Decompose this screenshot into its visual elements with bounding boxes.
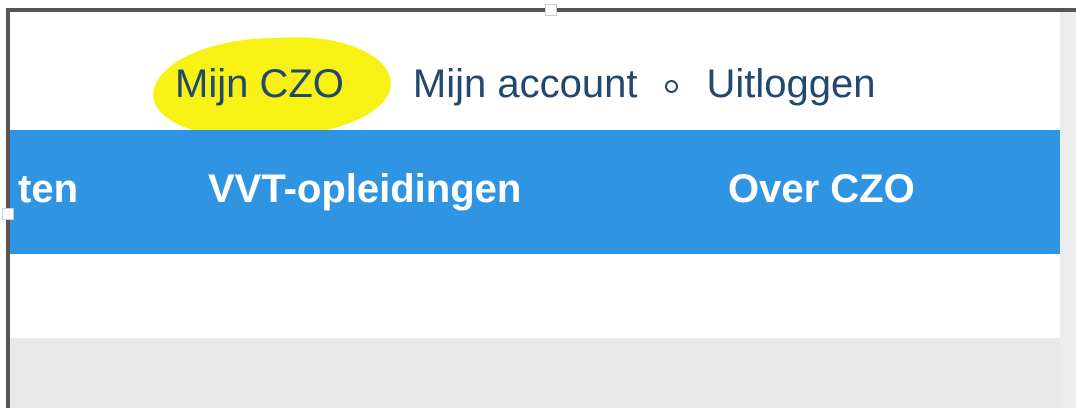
utility-links: Mijn CZO Mijn account Uitloggen <box>151 33 875 141</box>
frame-border-top <box>6 8 1076 12</box>
right-edge <box>1060 12 1076 408</box>
screenshot-stage: Mijn CZO Mijn account Uitloggen ten VVT-… <box>0 0 1076 408</box>
mijn-czo-highlighted: Mijn CZO <box>151 33 393 141</box>
mijn-account-link[interactable]: Mijn account <box>413 62 638 107</box>
resize-handle-top[interactable] <box>545 4 557 16</box>
content-strip <box>10 254 1060 338</box>
nav-item-vvt-opleidingen[interactable]: VVT-opleidingen <box>208 167 521 212</box>
utility-bar: Mijn CZO Mijn account Uitloggen <box>10 12 1060 141</box>
bullet-separator <box>665 80 679 93</box>
resize-handle-left[interactable] <box>2 208 14 220</box>
nav-item-truncated[interactable]: ten <box>18 167 78 212</box>
nav-item-over-czo[interactable]: Over CZO <box>728 167 915 212</box>
main-navigation: ten VVT-opleidingen Over CZO <box>10 130 1060 254</box>
mijn-czo-link[interactable]: Mijn CZO <box>175 62 344 106</box>
page-background <box>10 338 1060 408</box>
uitloggen-link[interactable]: Uitloggen <box>706 62 875 107</box>
